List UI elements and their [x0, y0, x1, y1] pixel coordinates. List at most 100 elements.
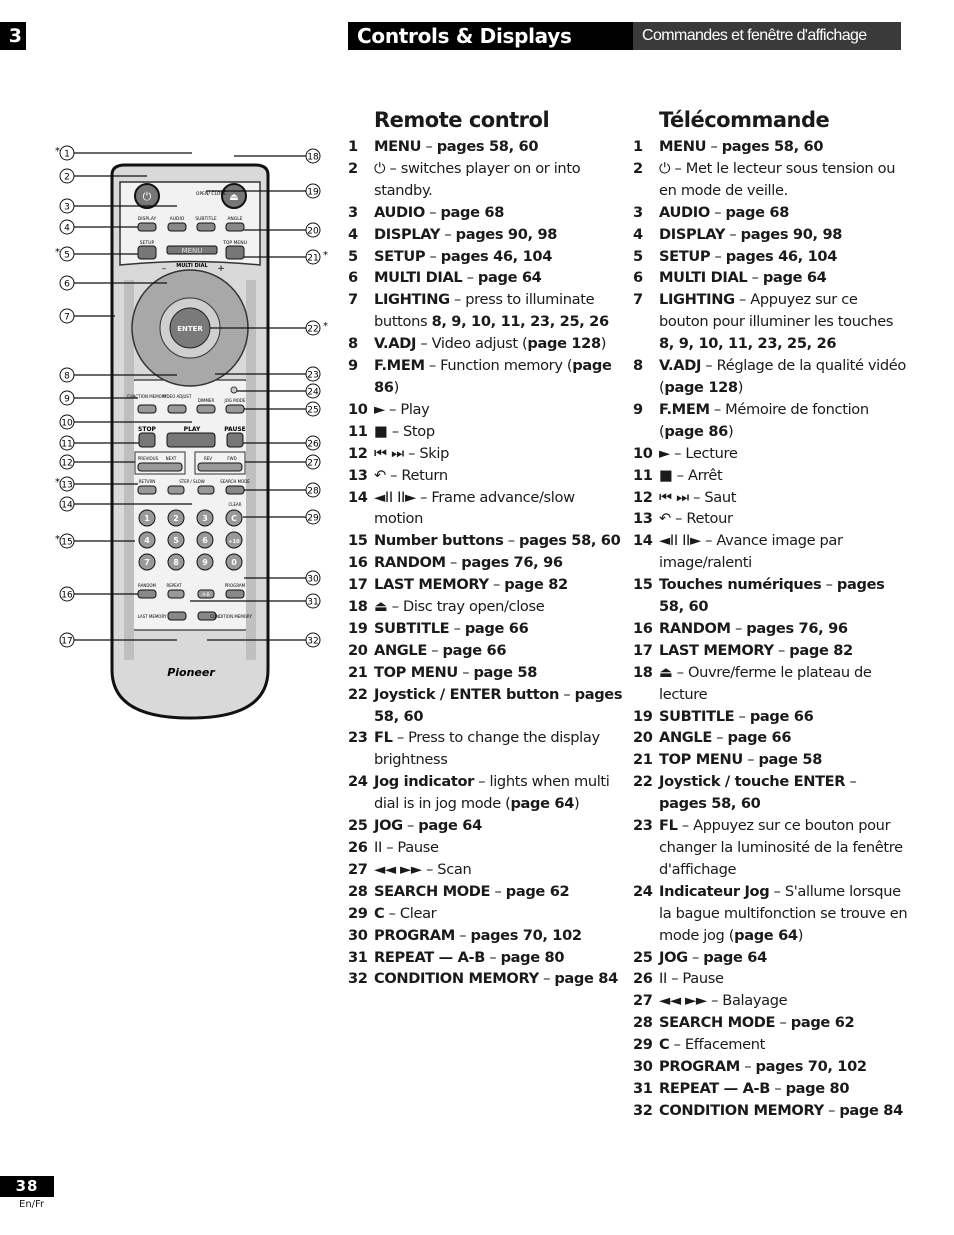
- item-number: 5: [348, 247, 358, 265]
- bold-text: LIGHTING: [659, 291, 735, 309]
- bold-text: LIGHTING: [374, 291, 450, 309]
- bold-text: pages 76, 96: [746, 619, 848, 637]
- setup-button: [137, 245, 157, 260]
- item-description: TOP MENU – page 58: [659, 749, 908, 771]
- item-description: LIGHTING – press to illuminate buttons 8…: [374, 289, 623, 333]
- step-slow-label: STEP / SLOW: [179, 479, 205, 484]
- callout-number: 13: [61, 481, 72, 491]
- item-description: Indicateur Jog – S'allume lorsque la bag…: [659, 881, 908, 947]
- item-description: ⏻ – switches player on or into standby.: [374, 158, 623, 202]
- item-number: 21: [633, 751, 653, 769]
- item-description: FL – Appuyez sur ce bouton pour changer …: [659, 815, 908, 881]
- bold-text: ANGLE: [374, 641, 428, 659]
- text: –: [734, 707, 750, 725]
- bold-text: SETUP: [374, 247, 426, 265]
- text: ): [574, 795, 580, 813]
- list-item: 1 MENU – pages 58, 60: [348, 136, 623, 158]
- list-item: 9 F.MEM – Mémoire de fonction (page 86): [633, 399, 908, 443]
- text: – Effacement: [669, 1036, 766, 1054]
- callout-number: 4: [64, 224, 70, 234]
- bold-text: REPEAT — A-B: [659, 1079, 771, 1097]
- text: –: [485, 948, 501, 966]
- item-description: ■ – Arrêt: [659, 465, 908, 487]
- fl-button: [196, 404, 216, 414]
- item-number: 12: [348, 444, 368, 462]
- item-number: 16: [633, 619, 653, 637]
- bold-text: ANGLE: [659, 729, 713, 747]
- callout-number: 20: [307, 227, 319, 237]
- star-icon: *: [55, 534, 60, 545]
- item-number: 25: [633, 948, 653, 966]
- callout-number: 25: [307, 406, 318, 416]
- callout-number: 2: [64, 173, 70, 183]
- callout-7: 7: [59, 308, 115, 324]
- item-number: 26: [633, 970, 653, 988]
- repeat-button: [167, 589, 185, 599]
- item-description: SETUP – pages 46, 104: [659, 246, 908, 268]
- number-button-label: 9: [202, 558, 208, 567]
- jog-mode-label: JOG MODE: [224, 398, 246, 403]
- item-number: 6: [633, 269, 643, 287]
- audio-button: [167, 222, 187, 232]
- callout-18: 18: [234, 148, 321, 164]
- list-item: 28 SEARCH MODE – page 62: [633, 1012, 908, 1034]
- number-button-label: 6: [202, 536, 208, 545]
- bold-text: SUBTITLE: [659, 707, 735, 725]
- item-description: Number buttons – pages 58, 60: [374, 530, 623, 552]
- item-description: II – Pause: [659, 968, 908, 990]
- item-description: ⏮ ⏭ – Saut: [659, 487, 908, 509]
- item-number: 17: [633, 641, 653, 659]
- list-item: 18 ⏏ – Ouvre/ferme le plateau de lecture: [633, 662, 908, 706]
- bold-text: page 64: [418, 817, 482, 835]
- list-item: 20 ANGLE – page 66: [633, 727, 908, 749]
- program-label: PROGRAM: [225, 583, 246, 588]
- item-number: 29: [633, 1036, 653, 1054]
- text: ⏏ – Ouvre/ferme le plateau de lecture: [659, 663, 872, 703]
- item-number: 3: [633, 203, 643, 221]
- bold-text: TOP MENU: [659, 751, 743, 769]
- item-description: AUDIO – page 68: [374, 202, 623, 224]
- bold-text: C: [374, 904, 385, 922]
- number-button-label: 0: [231, 558, 237, 567]
- item-description: AUDIO – page 68: [659, 202, 908, 224]
- vadj-button: [167, 404, 187, 414]
- search-mode-label: SEARCH MODE: [220, 479, 250, 484]
- bold-text: page 58: [758, 751, 823, 769]
- previous-label: PREVIOUS: [138, 456, 159, 461]
- item-description: C – Effacement: [659, 1034, 908, 1056]
- pause-label: PAUSE: [224, 426, 246, 433]
- item-number: 18: [348, 598, 368, 616]
- bold-text: page 66: [464, 619, 529, 637]
- item-description: SUBTITLE – page 66: [659, 706, 908, 728]
- bold-text: page 64: [510, 795, 575, 813]
- list-item: 2 ⏻ – Met le lecteur sous tension ou en m…: [633, 158, 908, 202]
- bold-text: 8, 9, 10, 11, 23, 25, 26: [431, 313, 610, 331]
- text: –: [424, 203, 441, 221]
- fwd-label: FWD: [227, 456, 236, 461]
- callout-number: 12: [61, 459, 72, 469]
- item-description: ◄◄ ►► – Scan: [374, 859, 623, 881]
- bold-text: page 64: [477, 269, 542, 287]
- list-item: 3 AUDIO – page 68: [348, 202, 623, 224]
- text: –: [712, 729, 728, 747]
- item-description: LIGHTING – Appuyez sur ce bouton pour il…: [659, 289, 908, 355]
- heading-remote-control: Remote control: [374, 108, 550, 132]
- text: ): [393, 378, 400, 396]
- item-description: C – Clear: [374, 903, 623, 925]
- stop-label: STOP: [138, 426, 157, 433]
- callout-number: 26: [307, 440, 319, 450]
- list-item: 27 ◄◄ ►► – Scan: [348, 859, 623, 881]
- text: –: [440, 225, 456, 243]
- text: –: [770, 1079, 786, 1097]
- text: –: [445, 554, 462, 572]
- item-number: 11: [633, 466, 653, 484]
- bold-text: page 80: [500, 948, 565, 966]
- random-button: [137, 589, 157, 599]
- list-item: 2 ⏻ – switches player on or into standby.: [348, 158, 623, 202]
- return-label: RETURN: [139, 479, 155, 484]
- text: –: [845, 773, 857, 791]
- stop-button: [138, 432, 156, 448]
- item-number: 27: [348, 860, 368, 878]
- page-number: 38: [0, 1176, 54, 1197]
- text: ⏏ – Disc tray open/close: [374, 598, 545, 616]
